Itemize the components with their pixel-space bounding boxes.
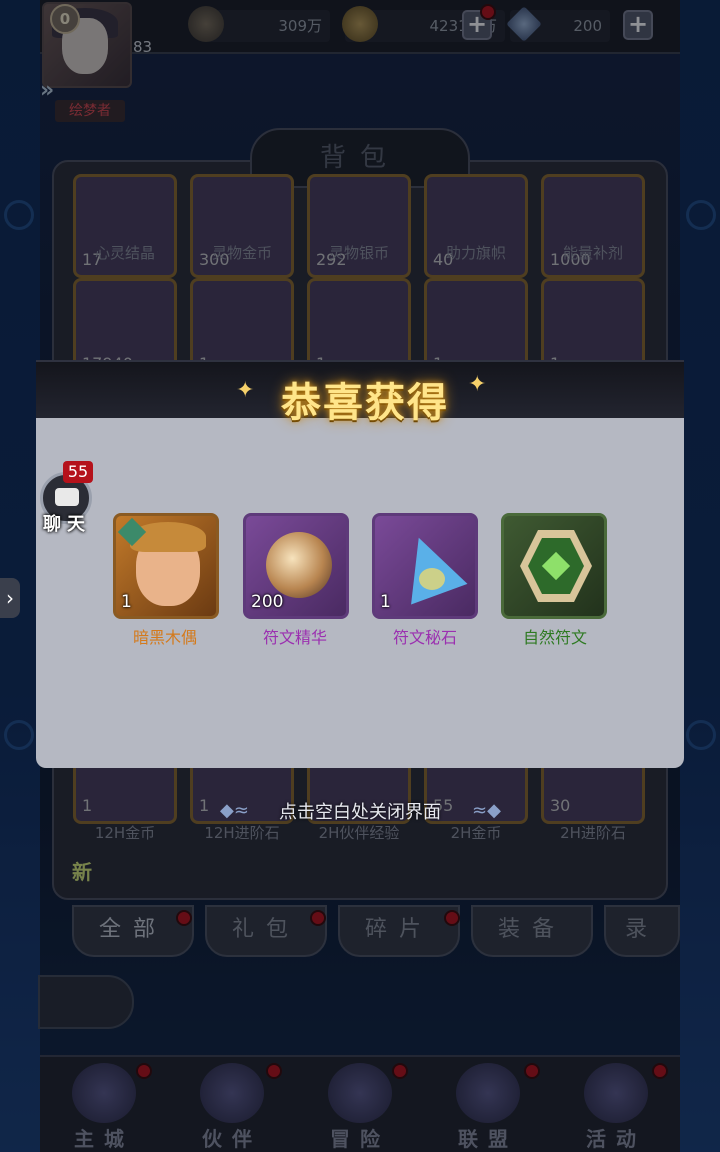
reward-item-dark-puppet[interactable]: 1 <box>113 513 219 619</box>
reward-item-rune-essence[interactable]: 200 <box>243 513 349 619</box>
chat-unread-badge: 55 <box>63 461 93 483</box>
chat-label: 聊天 <box>43 514 91 535</box>
item-count: 1 <box>121 592 132 612</box>
ornament-right-icon: ≈◆ <box>472 800 501 821</box>
reward-item-name: 自然符文 <box>522 628 587 647</box>
reward-item-name: 符文秘石 <box>392 628 457 647</box>
rune-orb-icon <box>266 532 332 598</box>
crystal-icon <box>390 527 468 605</box>
side-panel-arrow-icon[interactable]: › <box>0 578 20 618</box>
reward-item-rune-secret-stone[interactable]: 1 <box>372 513 478 619</box>
reward-item-nature-rune[interactable] <box>501 513 607 619</box>
close-hint: 点击空白处关闭界面 <box>279 802 441 823</box>
item-count: 1 <box>380 592 391 612</box>
item-count: 200 <box>251 592 284 612</box>
game-screen: 309万 4231.6万 + 200 + 0 83 绘梦者 » 背包 17心灵结… <box>0 0 720 1152</box>
crystal-glow <box>419 568 445 590</box>
chat-bubble-icon <box>55 488 79 506</box>
reward-title: 恭喜获得 <box>281 380 449 426</box>
reward-item-name: 暗黑木偶 <box>132 628 197 647</box>
reward-item-name: 符文精华 <box>262 628 327 647</box>
